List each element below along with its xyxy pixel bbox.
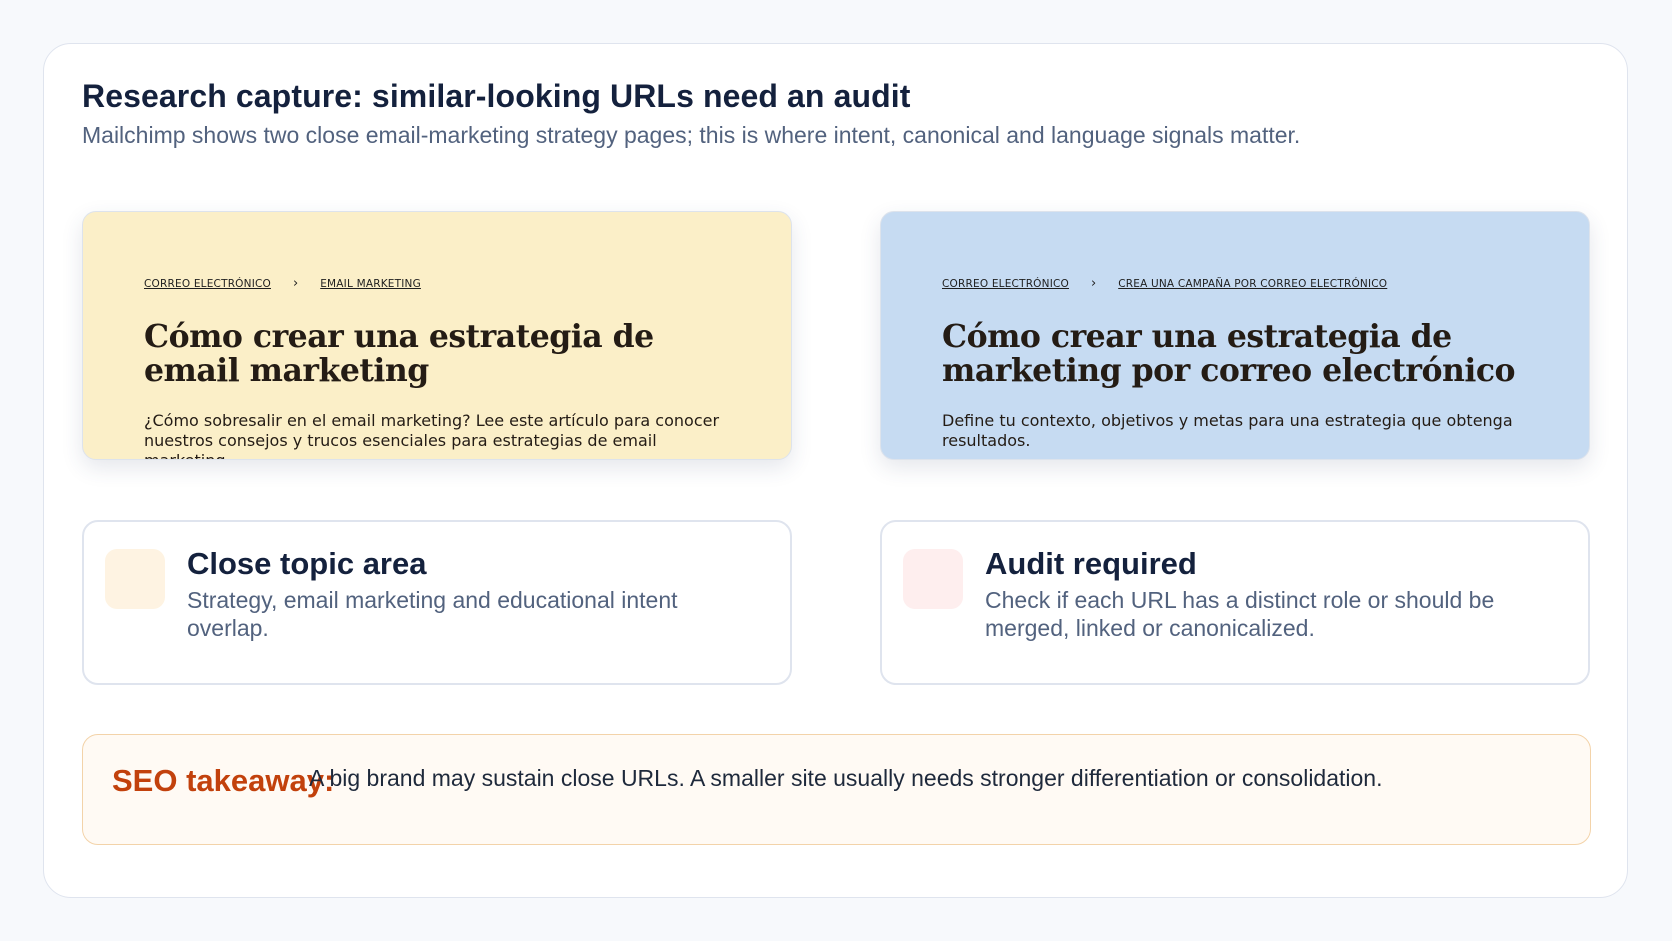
card-title: Audit required [985,546,1197,581]
card-audit-required: Audit required Check if each URL has a d… [880,520,1590,685]
card-close-topic-area: Close topic area Strategy, email marketi… [82,520,792,685]
audit-warning-icon [903,549,963,609]
screenshot-email-campaign: Correo electrónico › Crea una campaña po… [880,211,1590,460]
card-description: Strategy, email marketing and educationa… [187,587,678,641]
breadcrumb: Correo electrónico › Email marketing [144,276,421,291]
topic-overlap-icon [105,549,165,609]
screenshot-email-marketing: Correo electrónico › Email marketing Cóm… [82,211,792,460]
breadcrumb-link-create-campaign[interactable]: Crea una campaña por correo electrónico [1118,278,1387,290]
seo-takeaway-callout: SEO takeaway: A big brand may sustain cl… [82,734,1591,845]
takeaway-text: A big brand may sustain close URLs. A sm… [309,765,1383,791]
card-description: Check if each URL has a distinct role or… [985,587,1495,641]
article-title: Cómo crear una estrategia de marketing p… [942,318,1516,389]
breadcrumb-link-email[interactable]: Correo electrónico [942,278,1069,290]
article-title: Cómo crear una estrategia de email marke… [144,318,654,389]
breadcrumb-link-email-marketing[interactable]: Email marketing [320,278,421,290]
chevron-right-icon: › [293,276,299,291]
article-description: Define tu contexto, objetivos y metas pa… [942,411,1513,450]
page-title: Research capture: similar-looking URLs n… [82,78,911,114]
chevron-right-icon: › [1091,276,1097,291]
takeaway-label: SEO takeaway: [112,763,335,798]
breadcrumb-link-email[interactable]: Correo electrónico [144,278,271,290]
page-subtitle: Mailchimp shows two close email-marketin… [82,122,1301,148]
card-title: Close topic area [187,546,427,581]
article-description: ¿Cómo sobresalir en el email marketing? … [144,411,720,459]
breadcrumb: Correo electrónico › Crea una campaña po… [942,276,1387,291]
